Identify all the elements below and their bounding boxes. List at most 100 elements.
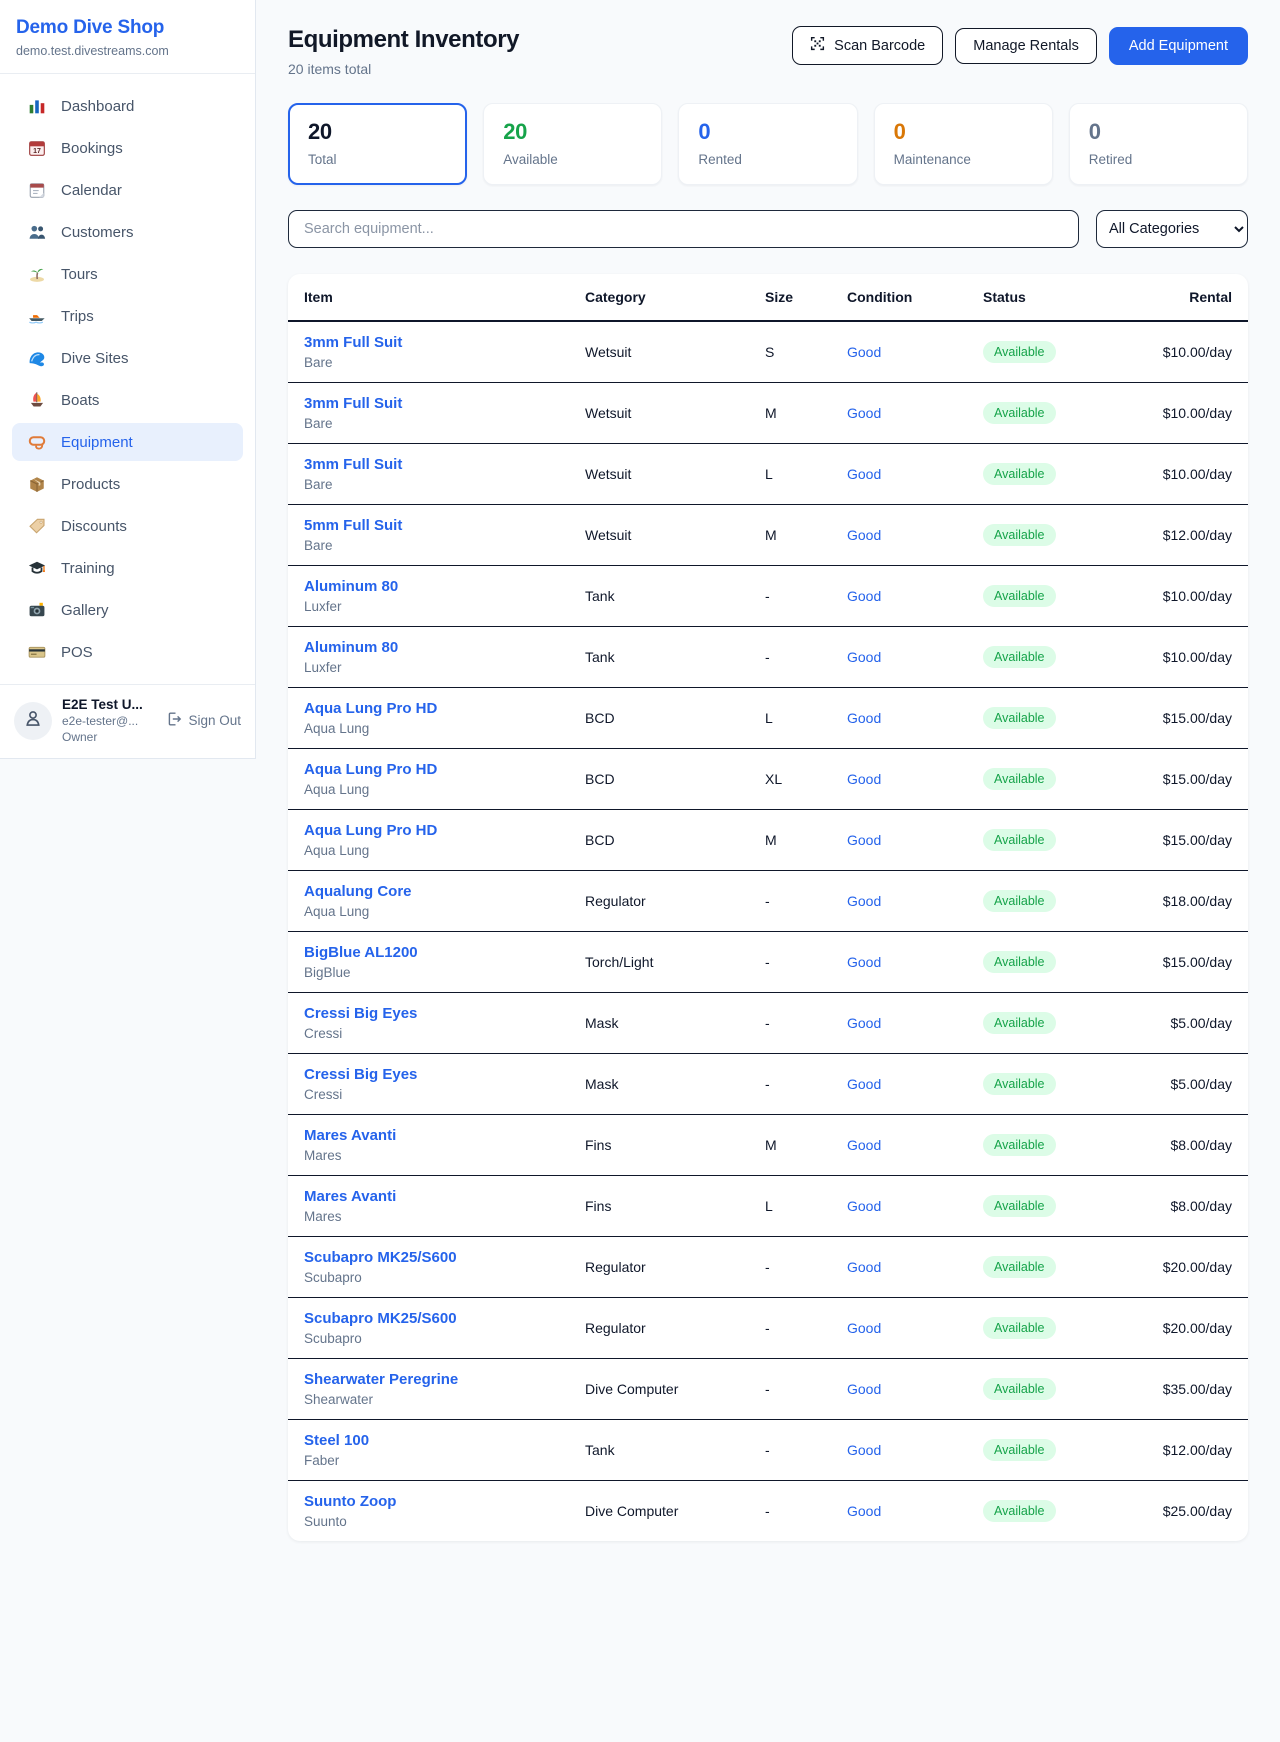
status-badge: Available: [983, 1378, 1056, 1400]
item-name-link[interactable]: Shearwater Peregrine: [304, 1371, 553, 1388]
item-condition-link[interactable]: Good: [847, 1198, 881, 1214]
item-name-link[interactable]: 5mm Full Suit: [304, 517, 553, 534]
item-condition-link[interactable]: Good: [847, 588, 881, 604]
item-condition-link[interactable]: Good: [847, 1381, 881, 1397]
item-name-link[interactable]: Cressi Big Eyes: [304, 1005, 553, 1022]
column-header-condition: Condition: [831, 274, 967, 321]
status-badge: Available: [983, 1317, 1056, 1339]
item-condition-link[interactable]: Good: [847, 832, 881, 848]
item-name-link[interactable]: 3mm Full Suit: [304, 395, 553, 412]
item-condition-link[interactable]: Good: [847, 405, 881, 421]
sign-out-button[interactable]: Sign Out: [166, 711, 241, 730]
item-condition-link[interactable]: Good: [847, 1076, 881, 1092]
item-name-link[interactable]: Aqua Lung Pro HD: [304, 822, 553, 839]
add-equipment-button[interactable]: Add Equipment: [1109, 27, 1248, 65]
item-condition-link[interactable]: Good: [847, 1320, 881, 1336]
user-role: Owner: [62, 730, 143, 744]
item-condition-link[interactable]: Good: [847, 1015, 881, 1031]
item-condition-link[interactable]: Good: [847, 710, 881, 726]
item-rental: $10.00/day: [1092, 321, 1248, 383]
scan-barcode-button[interactable]: Scan Barcode: [792, 26, 943, 65]
item-name-link[interactable]: 3mm Full Suit: [304, 334, 553, 351]
item-condition-link[interactable]: Good: [847, 893, 881, 909]
add-equipment-label: Add Equipment: [1129, 38, 1228, 54]
camera-icon: [28, 601, 46, 619]
sidebar-item-dashboard[interactable]: Dashboard: [12, 87, 243, 125]
item-size: L: [749, 688, 831, 749]
stat-card-rented[interactable]: 0 Rented: [678, 103, 857, 185]
table-row: Aqualung Core Aqua Lung Regulator - Good…: [288, 871, 1248, 932]
sidebar-item-tours[interactable]: Tours: [12, 255, 243, 293]
sidebar-item-trips[interactable]: Trips: [12, 297, 243, 335]
status-badge: Available: [983, 1073, 1056, 1095]
item-rental: $10.00/day: [1092, 627, 1248, 688]
item-condition-link[interactable]: Good: [847, 1503, 881, 1519]
search-input[interactable]: [288, 210, 1079, 248]
item-name-link[interactable]: BigBlue AL1200: [304, 944, 553, 961]
customers-icon: [28, 223, 46, 241]
sidebar-item-label: Training: [61, 560, 115, 577]
stat-label: Available: [503, 152, 642, 167]
sidebar-item-pos[interactable]: POS: [12, 633, 243, 671]
item-name-link[interactable]: Aluminum 80: [304, 578, 553, 595]
item-category: Mask: [569, 1054, 749, 1115]
sidebar-item-customers[interactable]: Customers: [12, 213, 243, 251]
sidebar-item-products[interactable]: Products: [12, 465, 243, 503]
item-name-link[interactable]: Aluminum 80: [304, 639, 553, 656]
item-rental: $5.00/day: [1092, 993, 1248, 1054]
column-header-rental: Rental: [1092, 274, 1248, 321]
item-category: Tank: [569, 627, 749, 688]
item-name-link[interactable]: Steel 100: [304, 1432, 553, 1449]
item-name-link[interactable]: Scubapro MK25/S600: [304, 1310, 553, 1327]
item-condition-link[interactable]: Good: [847, 954, 881, 970]
stat-card-available[interactable]: 20 Available: [483, 103, 662, 185]
sidebar-item-bookings[interactable]: 17 Bookings: [12, 129, 243, 167]
item-condition-link[interactable]: Good: [847, 1442, 881, 1458]
manage-rentals-button[interactable]: Manage Rentals: [955, 28, 1097, 64]
sidebar-item-boats[interactable]: Boats: [12, 381, 243, 419]
item-category: Wetsuit: [569, 383, 749, 444]
item-category: BCD: [569, 749, 749, 810]
item-size: M: [749, 810, 831, 871]
stat-value: 20: [308, 119, 447, 145]
item-brand: Scubapro: [304, 1270, 553, 1285]
item-name-link[interactable]: Aqua Lung Pro HD: [304, 761, 553, 778]
sidebar-item-discounts[interactable]: Discounts: [12, 507, 243, 545]
item-condition-link[interactable]: Good: [847, 1137, 881, 1153]
item-name-link[interactable]: Cressi Big Eyes: [304, 1066, 553, 1083]
item-name-link[interactable]: Scubapro MK25/S600: [304, 1249, 553, 1266]
item-condition-link[interactable]: Good: [847, 1259, 881, 1275]
item-condition-link[interactable]: Good: [847, 527, 881, 543]
item-name-link[interactable]: Suunto Zoop: [304, 1493, 553, 1510]
sidebar-item-training[interactable]: Training: [12, 549, 243, 587]
stat-card-retired[interactable]: 0 Retired: [1069, 103, 1248, 185]
scan-barcode-label: Scan Barcode: [834, 38, 925, 54]
item-condition-link[interactable]: Good: [847, 771, 881, 787]
item-category: Fins: [569, 1115, 749, 1176]
item-brand: BigBlue: [304, 965, 553, 980]
stat-label: Rented: [698, 152, 837, 167]
sidebar-item-gallery[interactable]: Gallery: [12, 591, 243, 629]
item-condition-link[interactable]: Good: [847, 649, 881, 665]
item-name-link[interactable]: Mares Avanti: [304, 1127, 553, 1144]
stat-card-maintenance[interactable]: 0 Maintenance: [874, 103, 1053, 185]
category-filter-select[interactable]: All Categories: [1096, 210, 1248, 248]
sidebar-item-dive-sites[interactable]: Dive Sites: [12, 339, 243, 377]
wave-icon: [28, 349, 46, 367]
credit-card-icon: [28, 643, 46, 661]
item-name-link[interactable]: Aqua Lung Pro HD: [304, 700, 553, 717]
sidebar-item-calendar[interactable]: Calendar: [12, 171, 243, 209]
item-condition-link[interactable]: Good: [847, 466, 881, 482]
stat-card-total[interactable]: 20 Total: [288, 103, 467, 185]
column-header-size: Size: [749, 274, 831, 321]
sidebar-item-equipment[interactable]: Equipment: [12, 423, 243, 461]
item-name-link[interactable]: Aqualung Core: [304, 883, 553, 900]
item-category: Fins: [569, 1176, 749, 1237]
item-name-link[interactable]: 3mm Full Suit: [304, 456, 553, 473]
item-rental: $15.00/day: [1092, 688, 1248, 749]
status-badge: Available: [983, 890, 1056, 912]
status-badge: Available: [983, 1439, 1056, 1461]
item-condition-link[interactable]: Good: [847, 344, 881, 360]
stat-value: 0: [1089, 119, 1228, 145]
item-name-link[interactable]: Mares Avanti: [304, 1188, 553, 1205]
